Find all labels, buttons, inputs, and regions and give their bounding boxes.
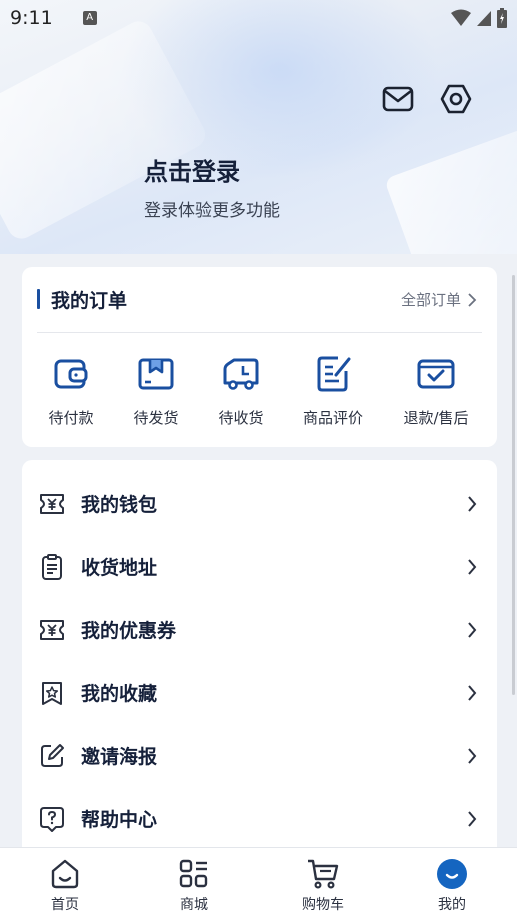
order-item-label: 待发货	[133, 409, 179, 427]
menu-item-label: 收货地址	[81, 557, 158, 579]
clipboard-icon	[42, 553, 62, 580]
order-item-label: 商品评价	[302, 409, 363, 427]
menu-item-label: 我的收藏	[81, 683, 158, 705]
order-item-label: 退款/售后	[403, 409, 469, 427]
orders-header: 我的订单 全部订单	[22, 267, 497, 332]
chevron-right-icon	[468, 558, 477, 575]
coupon-icon	[40, 619, 64, 640]
status-bar: 9:11 A	[0, 0, 517, 36]
cart-icon	[308, 859, 339, 889]
menu-item-label: 我的优惠券	[81, 620, 177, 642]
order-pending-shipment[interactable]: 待发货	[111, 355, 201, 428]
battery-icon	[497, 8, 507, 28]
order-review[interactable]: 商品评价	[288, 355, 378, 428]
home-icon	[51, 859, 79, 889]
chevron-right-icon	[468, 621, 477, 638]
all-orders-label: 全部订单	[400, 291, 461, 309]
service-menu-card: 我的钱包 收货地址 我的优惠券 我的收藏 邀请海报 帮助中心	[22, 460, 497, 860]
menu-item-label: 邀请海报	[81, 746, 158, 768]
yen-ticket-icon	[40, 493, 64, 514]
grid-icon	[179, 859, 208, 888]
notification-icon: A	[82, 11, 97, 25]
section-accent-bar	[37, 289, 40, 309]
status-indicators	[451, 8, 507, 28]
tab-label: 商城	[180, 897, 208, 913]
profile-icon	[437, 859, 467, 889]
login-subtitle: 登录体验更多功能	[144, 201, 280, 221]
bottom-tab-bar: 首页 商城 购物车 我的	[0, 847, 517, 920]
chevron-right-icon	[468, 810, 477, 827]
login-title[interactable]: 点击登录	[144, 152, 240, 187]
chevron-right-icon	[468, 292, 477, 307]
wallet-icon	[54, 359, 88, 389]
tab-mall[interactable]: 商城	[154, 858, 234, 914]
chevron-right-icon	[468, 747, 477, 764]
menu-item-poster[interactable]: 邀请海报	[22, 724, 497, 787]
tab-label: 购物车	[302, 897, 344, 913]
orders-card: 我的订单 全部订单 待付款 待发货 待收货 商品评价 退款/售后	[22, 267, 497, 447]
tab-home[interactable]: 首页	[25, 858, 105, 914]
order-pending-receipt[interactable]: 待收货	[196, 355, 286, 428]
help-icon	[40, 806, 64, 832]
edit-icon	[41, 743, 64, 767]
menu-item-label: 帮助中心	[81, 809, 158, 831]
truck-icon	[223, 358, 259, 390]
refund-icon	[417, 359, 455, 389]
status-time: 9:11	[10, 7, 53, 29]
signal-icon	[477, 11, 491, 26]
mail-icon[interactable]	[381, 82, 415, 116]
package-icon	[138, 358, 174, 390]
menu-item-wallet[interactable]: 我的钱包	[22, 472, 497, 535]
scrollbar[interactable]	[512, 275, 515, 695]
menu-item-help[interactable]: 帮助中心	[22, 787, 497, 850]
settings-icon[interactable]	[439, 82, 473, 116]
menu-item-address[interactable]: 收货地址	[22, 535, 497, 598]
divider	[37, 332, 482, 333]
order-pending-payment[interactable]: 待付款	[26, 355, 116, 428]
tab-label: 我的	[438, 897, 466, 913]
chevron-right-icon	[468, 684, 477, 701]
order-item-label: 待付款	[48, 409, 94, 427]
orders-title: 我的订单	[51, 290, 128, 312]
tab-profile[interactable]: 我的	[412, 858, 492, 914]
tab-cart[interactable]: 购物车	[283, 858, 363, 914]
order-item-label: 待收货	[218, 409, 264, 427]
menu-item-coupons[interactable]: 我的优惠券	[22, 598, 497, 661]
review-icon	[317, 356, 351, 392]
chevron-right-icon	[468, 495, 477, 512]
tab-label: 首页	[51, 897, 79, 913]
all-orders-link[interactable]: 全部订单	[401, 289, 477, 310]
menu-item-label: 我的钱包	[81, 494, 158, 516]
wifi-icon	[451, 9, 471, 26]
menu-item-favorites[interactable]: 我的收藏	[22, 661, 497, 724]
order-refund[interactable]: 退款/售后	[391, 355, 481, 428]
star-bookmark-icon	[42, 681, 62, 705]
